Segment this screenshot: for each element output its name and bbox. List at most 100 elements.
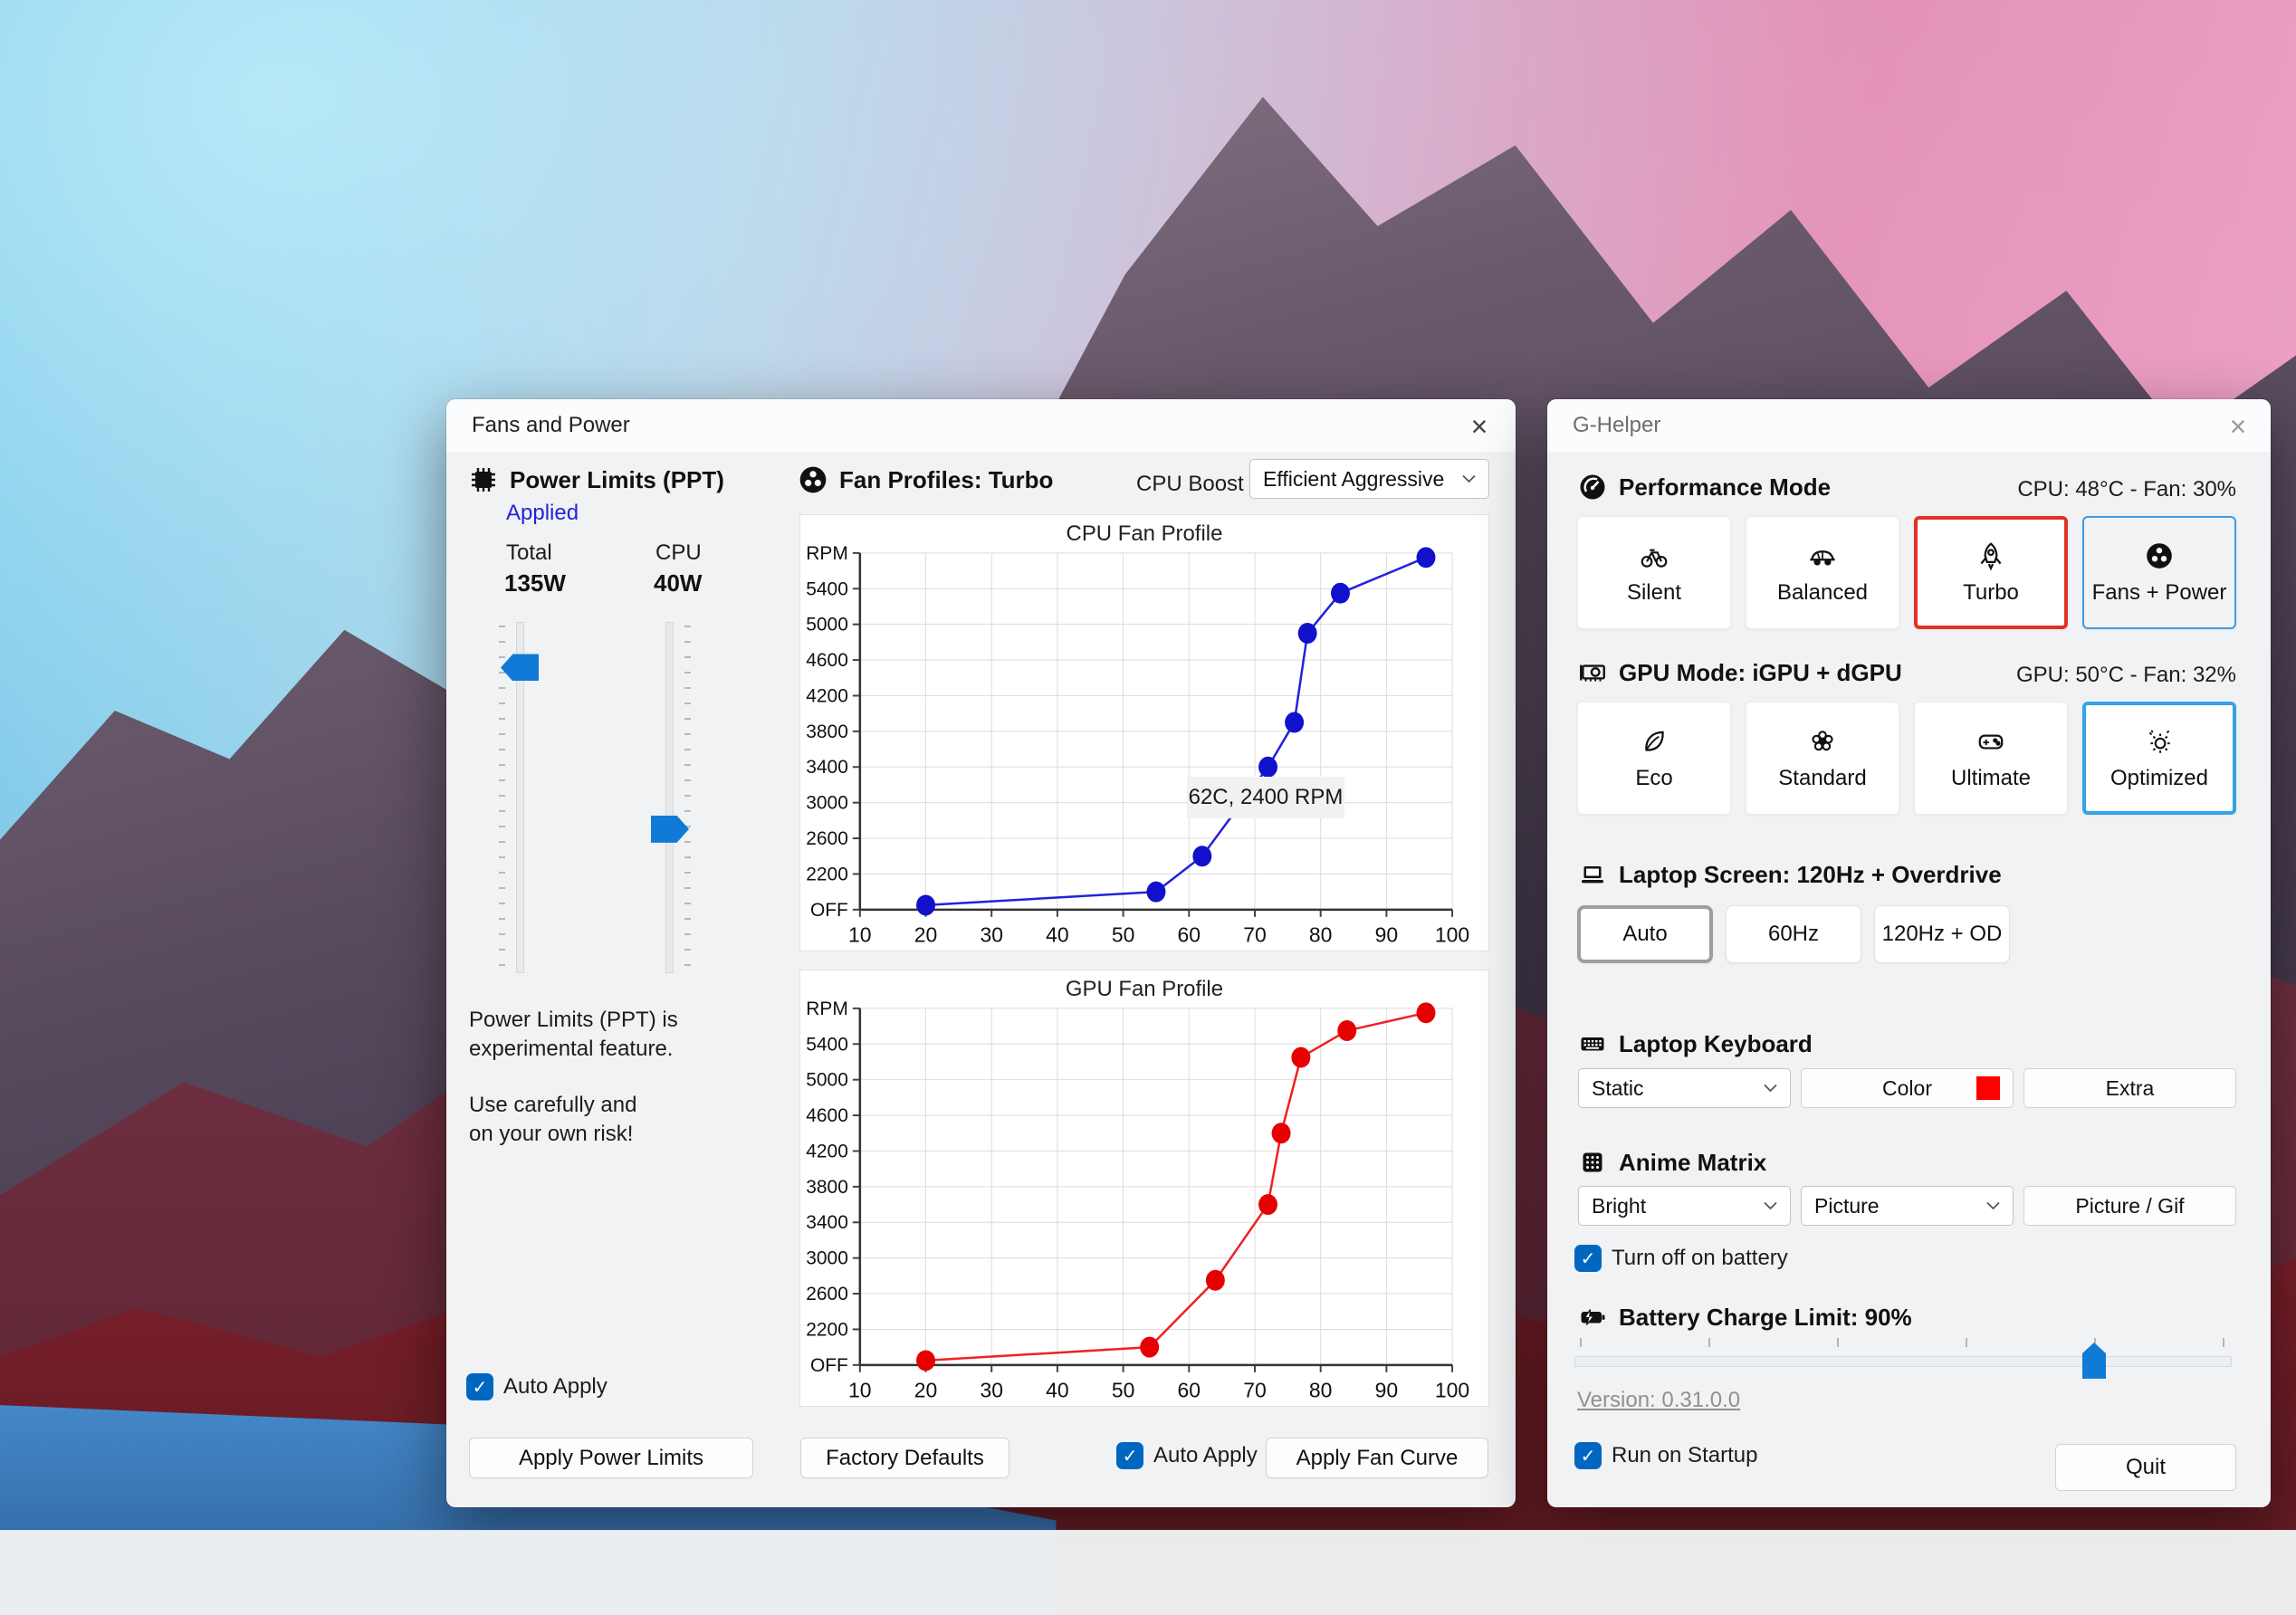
svg-text:90: 90 [1375,1379,1399,1402]
svg-text:3800: 3800 [806,721,848,742]
perf-tile-turbo[interactable]: Turbo [1914,516,2068,629]
keyboard-mode-dropdown[interactable]: Static [1578,1068,1791,1108]
svg-text:5000: 5000 [806,1070,848,1091]
power-auto-apply-checkbox[interactable]: ✓ [466,1373,493,1400]
g-helper-titlebar[interactable]: G-Helper × [1547,399,2271,452]
svg-text:5400: 5400 [806,1034,848,1055]
keyboard-color-button[interactable]: Color [1801,1068,2014,1108]
gpu-tile-standard[interactable]: Standard [1746,702,1899,815]
car-icon [1807,540,1838,571]
svg-text:10: 10 [848,923,872,947]
battery-bolt-icon [1577,1302,1608,1333]
perf-tile-balanced[interactable]: Balanced [1746,516,1899,629]
rocket-icon [1976,540,2006,571]
slider-track[interactable] [665,622,674,973]
svg-text:70: 70 [1243,1379,1267,1402]
anime-picture-gif-button[interactable]: Picture / Gif [2023,1186,2236,1226]
svg-text:3000: 3000 [806,793,848,814]
close-icon[interactable]: × [1459,408,1500,444]
svg-text:CPU Fan Profile: CPU Fan Profile [1067,521,1223,546]
svg-text:40: 40 [1046,923,1069,947]
svg-text:90: 90 [1375,923,1399,947]
gear-sparks-icon [2144,726,2175,757]
turn-off-on-battery-checkbox[interactable]: ✓ [1574,1245,1602,1272]
color-swatch[interactable] [1976,1076,2000,1100]
flower-icon [1807,726,1838,757]
svg-text:10: 10 [848,1379,872,1402]
fan-power-icon [2144,540,2175,571]
battery-slider-tick [1966,1338,1967,1347]
close-icon[interactable]: × [2217,408,2259,444]
taskbar: G G ENG 6:45 PM 3/18/2023 [0,1530,2296,1615]
svg-text:80: 80 [1309,923,1333,947]
gpu-card-icon [1577,657,1608,688]
laptop-screen-header: Laptop Screen: 120Hz + Overdrive [1577,859,2002,890]
svg-text:50: 50 [1112,923,1135,947]
gamepad-icon [1976,726,2006,757]
gpu-tile-optimized[interactable]: Optimized [2082,702,2236,815]
fans-and-power-window: Fans and Power × Power Limits (PPT) Appl… [446,399,1516,1507]
anime-battery-row: ✓ Turn off on battery [1574,1245,1788,1272]
slider-ticks [684,626,691,970]
gpu-fan-chart[interactable]: GPU Fan Profile OFF 2200 2600 3000 3400 3800 42… [800,970,1488,1407]
cpu-boost-dropdown[interactable]: Efficient Aggressive [1249,459,1489,499]
chevron-down-icon [1763,1199,1777,1213]
screen-button-120hz-od[interactable]: 120Hz + OD [1874,905,2010,963]
svg-text:5000: 5000 [806,615,848,635]
total-power-slider[interactable] [499,622,542,973]
power-limits-header: Power Limits (PPT) [468,464,724,495]
power-auto-apply-label: Auto Apply [503,1374,607,1399]
total-label: Total [506,540,552,565]
svg-text:3800: 3800 [806,1177,848,1198]
cpu-chip-icon [468,464,499,495]
svg-text:3400: 3400 [806,1212,848,1233]
screen-button-60hz[interactable]: 60Hz [1726,905,1861,963]
svg-text:60: 60 [1178,923,1201,947]
svg-text:80: 80 [1309,1379,1333,1402]
keyboard-icon [1577,1028,1608,1059]
gpu-tile-eco[interactable]: Eco [1577,702,1731,815]
battery-slider-track[interactable] [1574,1356,2232,1367]
svg-text:RPM: RPM [806,543,848,564]
svg-text:60: 60 [1178,1379,1201,1402]
g-helper-window: G-Helper × Performance Mode CPU: 48°C - … [1547,399,2271,1507]
total-slider-handle[interactable] [501,654,539,682]
anime-brightness-dropdown[interactable]: Bright [1578,1186,1791,1226]
laptop-keyboard-header: Laptop Keyboard [1577,1028,1813,1059]
dot-matrix-icon [1577,1147,1608,1178]
power-note-line2: experimental feature. [469,1037,674,1061]
svg-text:20: 20 [914,923,938,947]
cpu-temp-fan-status: CPU: 48°C - Fan: 30% [2017,477,2236,502]
factory-defaults-button[interactable]: Factory Defaults [800,1438,1009,1478]
cpu-power-slider[interactable] [647,622,691,973]
chevron-down-icon [1461,472,1476,486]
apply-fan-curve-button[interactable]: Apply Fan Curve [1266,1438,1488,1478]
battery-slider-handle[interactable] [2082,1343,2106,1379]
svg-text:30: 30 [980,1379,1003,1402]
fans-window-titlebar[interactable]: Fans and Power × [446,399,1516,452]
gauge-icon [1577,472,1608,502]
power-note-line4: on your own risk! [469,1122,634,1146]
laptop-icon [1577,859,1608,890]
gpu-mode-header: GPU Mode: iGPU + dGPU [1577,657,1902,688]
svg-text:30: 30 [980,923,1003,947]
battery-slider-tick [1708,1338,1710,1347]
quit-button[interactable]: Quit [2055,1444,2236,1491]
anime-mode-dropdown[interactable]: Picture [1801,1186,2014,1226]
cpu-slider-handle[interactable] [651,815,689,843]
fans-window-title: Fans and Power [472,413,630,437]
screen-button-auto[interactable]: Auto [1577,905,1713,963]
apply-power-limits-button[interactable]: Apply Power Limits [469,1438,753,1478]
version-link[interactable]: Version: 0.31.0.0 [1577,1388,1740,1413]
fans-auto-apply-checkbox[interactable]: ✓ [1116,1442,1143,1469]
run-on-startup-checkbox[interactable]: ✓ [1574,1442,1602,1469]
cpu-fan-chart[interactable]: CPU Fan Profile OFF 2200 2600 3000 3400 3800 42… [800,515,1488,951]
keyboard-extra-button[interactable]: Extra [2023,1068,2236,1108]
cpu-value: 40W [654,569,703,597]
perf-tile-silent[interactable]: Silent [1577,516,1731,629]
gpu-tile-ultimate[interactable]: Ultimate [1914,702,2068,815]
cpu-boost-label: CPU Boost [1136,472,1244,496]
power-limits-applied-status: Applied [506,501,579,525]
perf-tile-fans-power[interactable]: Fans + Power [2082,516,2236,629]
turn-off-on-battery-label: Turn off on battery [1612,1246,1788,1270]
